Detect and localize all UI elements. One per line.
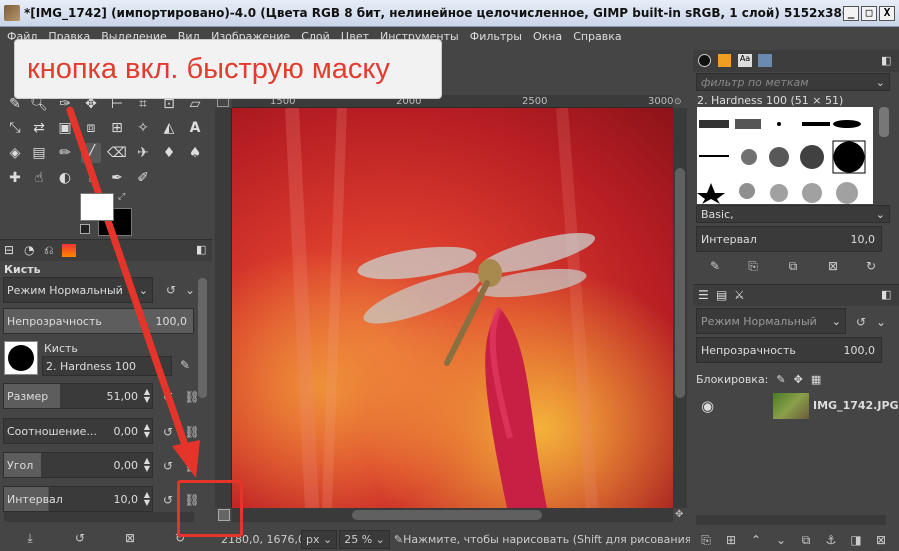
quick-mask-highlight-box <box>177 480 243 537</box>
annotation-arrow <box>66 106 200 478</box>
foreground-color-swatch[interactable] <box>80 193 114 221</box>
